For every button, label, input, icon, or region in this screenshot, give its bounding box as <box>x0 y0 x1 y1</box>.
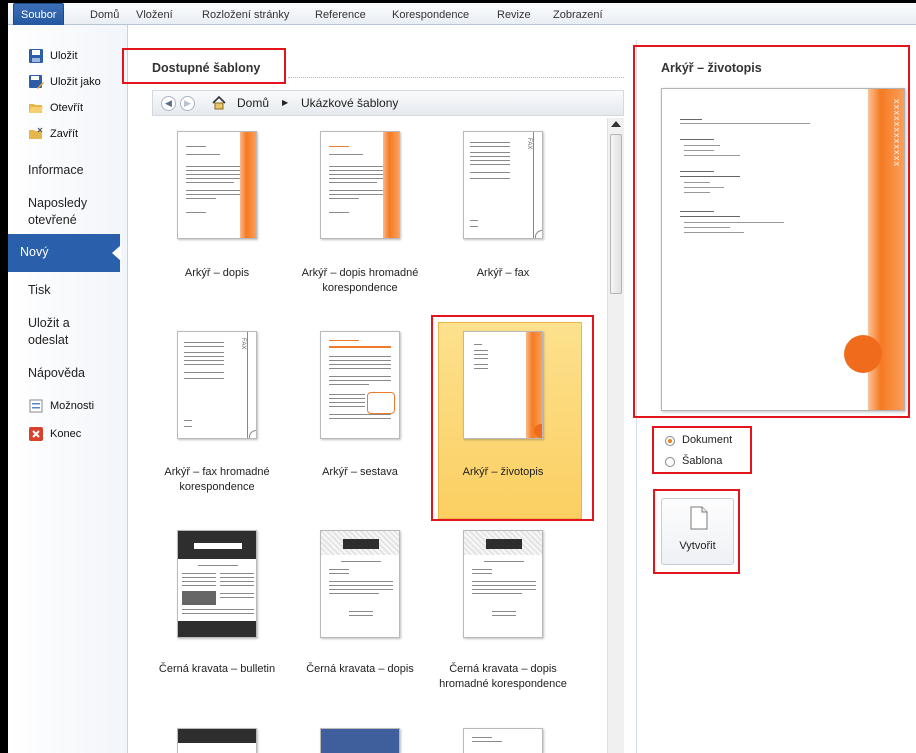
template-thumbnail[interactable] <box>177 728 257 753</box>
template-thumbnail[interactable] <box>463 530 543 638</box>
ribbon-tab-bar: Soubor Domů Vložení Rozložení stránky Re… <box>0 0 916 27</box>
close-folder-icon <box>29 127 43 139</box>
nav-close-label: Zavřít <box>50 128 79 140</box>
nav-exit[interactable]: Konec <box>28 425 81 443</box>
nav-save-send[interactable]: Uložit a odeslat <box>28 315 70 349</box>
selected-pointer-icon <box>112 245 121 261</box>
template-thumbnail[interactable] <box>463 728 543 753</box>
template-label: Černá kravata – bulletin <box>158 663 276 675</box>
nav-save-label: Uložit <box>50 50 78 62</box>
document-radio[interactable] <box>665 436 675 446</box>
template-thumbnail[interactable] <box>320 131 400 239</box>
nav-recent[interactable]: Naposledy otevřené <box>28 195 87 229</box>
nav-new-label: Nový <box>20 245 49 259</box>
exit-icon <box>29 427 43 441</box>
nav-help[interactable]: Nápověda <box>28 365 85 382</box>
template-label: Arkýř – životopis <box>462 466 544 478</box>
tab-review[interactable]: Revize <box>497 6 531 26</box>
blank-document-icon <box>690 506 708 530</box>
tab-insert[interactable]: Vložení <box>136 6 173 26</box>
nav-recent-line-2: otevřené <box>28 213 77 227</box>
tab-page-layout[interactable]: Rozložení stránky <box>202 6 289 26</box>
templates-scrollbar[interactable] <box>607 118 624 753</box>
create-button-label: Vytvořit <box>679 540 716 552</box>
template-label: Arkýř – fax hromadné korespondence <box>164 466 270 493</box>
nav-save[interactable]: Uložit <box>28 47 78 65</box>
tab-mailings[interactable]: Korespondence <box>392 6 469 26</box>
save-as-icon <box>29 75 44 89</box>
template-label: Arkýř – dopis <box>184 267 250 279</box>
forward-button[interactable]: ▶ <box>180 96 195 111</box>
nav-options-label: Možnosti <box>50 400 95 412</box>
breadcrumb: ◀ ▶ Domů ▶ Ukázkové šablony <box>152 90 624 116</box>
backstage-nav: Uložit Uložit jako Otevřít Zavřít Inform… <box>8 25 128 753</box>
nav-new[interactable]: Nový <box>8 234 121 272</box>
window-edge <box>0 0 8 753</box>
nav-info[interactable]: Informace <box>28 162 84 179</box>
preview-title: Arkýř – životopis <box>661 61 762 75</box>
template-radio-label: Šablona <box>682 455 723 467</box>
breadcrumb-home[interactable]: Domů <box>237 96 269 110</box>
template-thumbnail[interactable] <box>320 331 400 439</box>
template-label: Černá kravata – dopis hromadné korespond… <box>439 663 567 690</box>
heading-divider <box>288 77 624 78</box>
template-thumbnail[interactable]: FAX <box>463 131 543 239</box>
nav-close[interactable]: Zavřít <box>28 125 78 143</box>
save-icon <box>29 49 43 63</box>
template-thumbnail[interactable] <box>320 530 400 638</box>
template-thumbnail[interactable] <box>177 530 257 638</box>
template-thumbnail[interactable]: FAX <box>177 331 257 439</box>
template-label: Arkýř – fax <box>476 267 530 279</box>
template-thumbnail[interactable] <box>320 728 400 753</box>
breadcrumb-current: Ukázkové šablony <box>301 96 399 110</box>
scrollbar-thumb[interactable] <box>610 134 622 294</box>
tab-references[interactable]: Reference <box>315 6 366 26</box>
breadcrumb-separator-icon: ▶ <box>282 98 289 107</box>
tab-home[interactable]: Domů <box>90 6 119 26</box>
document-radio-label: Dokument <box>682 434 733 446</box>
home-icon[interactable] <box>211 95 227 111</box>
tab-view[interactable]: Zobrazení <box>553 6 603 26</box>
template-label: Arkýř – dopis hromadné korespondence <box>301 267 419 294</box>
nav-recent-line-1: Naposledy <box>28 196 88 210</box>
nav-save-as-label: Uložit jako <box>50 76 101 88</box>
nav-save-send-line-1: Uložit a <box>28 316 70 330</box>
template-label: Arkýř – sestava <box>322 466 398 478</box>
nav-save-send-line-2: odeslat <box>28 333 69 347</box>
tab-file[interactable]: Soubor <box>13 3 65 27</box>
back-button[interactable]: ◀ <box>161 96 176 111</box>
nav-open[interactable]: Otevřít <box>28 99 83 117</box>
nav-open-label: Otevřít <box>50 102 84 114</box>
nav-print[interactable]: Tisk <box>28 282 50 299</box>
template-thumbnail[interactable] <box>463 331 543 439</box>
create-button[interactable]: Vytvořit <box>661 498 734 565</box>
open-folder-icon <box>29 104 43 113</box>
template-label: Černá kravata – dopis <box>306 663 414 675</box>
template-thumbnail[interactable] <box>177 131 257 239</box>
options-icon <box>29 399 43 413</box>
nav-options[interactable]: Možnosti <box>28 397 94 415</box>
templates-heading: Dostupné šablony <box>152 61 261 75</box>
nav-exit-label: Konec <box>50 428 82 440</box>
template-preview-image: XXXXXXXXXXXX <box>661 88 905 411</box>
nav-save-as[interactable]: Uložit jako <box>28 73 101 91</box>
template-radio[interactable] <box>665 457 675 467</box>
scroll-up-icon[interactable] <box>611 121 621 127</box>
